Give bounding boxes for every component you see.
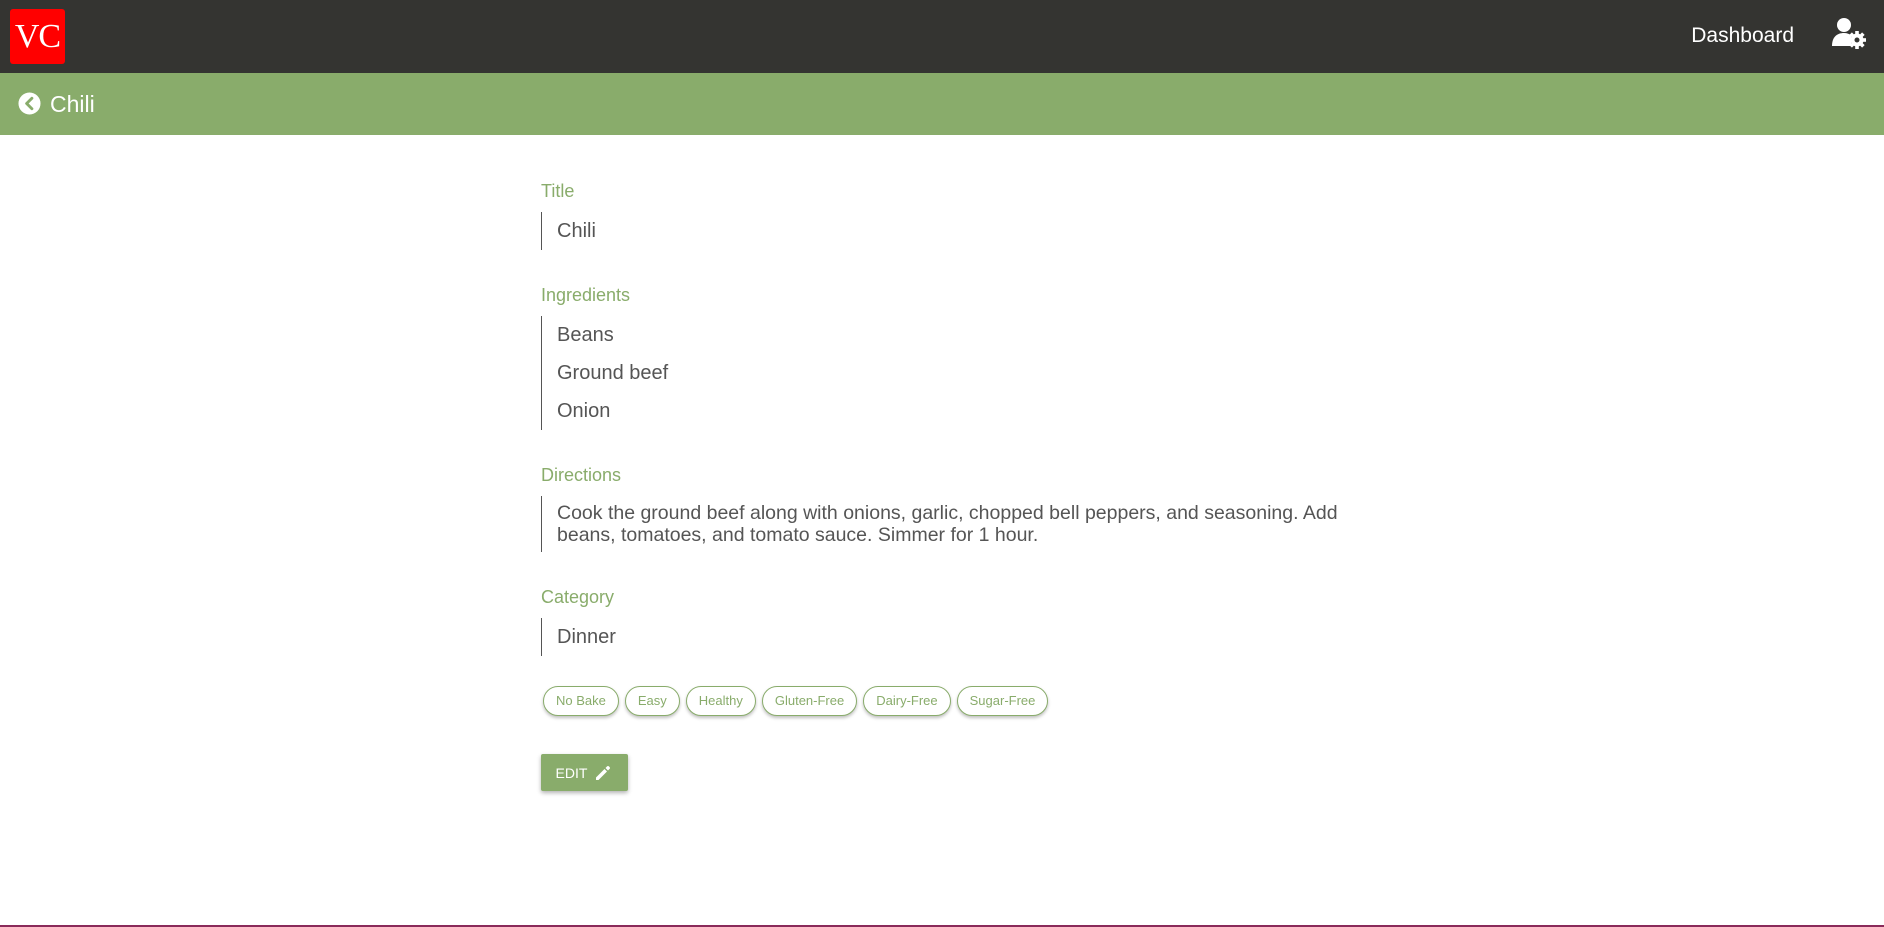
tag-list: No Bake Easy Healthy Gluten-Free Dairy-F…	[541, 686, 1361, 716]
directions-label: Directions	[541, 465, 622, 485]
tag-chip[interactable]: Easy	[624, 686, 680, 716]
tag-chip[interactable]: Sugar-Free	[956, 686, 1049, 716]
nav-dashboard-link[interactable]: Dashboard	[1691, 0, 1794, 73]
title-field: Title Chili	[541, 170, 1361, 250]
recipe-detail: Title Chili Ingredients Beans Ground bee…	[541, 170, 1361, 791]
chevron-left-circle-icon[interactable]	[18, 92, 41, 115]
category-field: Category Dinner	[541, 576, 1361, 656]
directions-text: Cook the ground beef along with onions, …	[541, 496, 1361, 552]
tag-chip[interactable]: Gluten-Free	[761, 686, 858, 716]
ingredients-label: Ingredients	[541, 285, 631, 305]
page-title: Chili	[50, 91, 95, 117]
category-label: Category	[541, 587, 615, 607]
category-value: Dinner	[541, 618, 1361, 656]
ingredients-list: Beans Ground beef Onion	[541, 316, 1361, 430]
edit-button[interactable]: EDIT	[541, 754, 628, 791]
title-value: Chili	[541, 212, 1361, 250]
app-logo[interactable]: VC	[10, 9, 65, 64]
tag-chip[interactable]: Healthy	[685, 686, 756, 716]
page-titlebar: Chili	[0, 73, 1884, 135]
category-text: Dinner	[557, 626, 616, 648]
user-gear-icon[interactable]	[1832, 16, 1866, 50]
title-label: Title	[541, 181, 575, 201]
ingredients-field: Ingredients Beans Ground beef Onion	[541, 274, 1361, 430]
edit-button-label: EDIT	[555, 764, 588, 781]
ingredient-item: Beans	[557, 324, 614, 346]
title-text: Chili	[557, 220, 596, 242]
directions-field: Directions Cook the ground beef along wi…	[541, 454, 1361, 552]
ingredient-item: Ground beef	[557, 362, 669, 384]
tag-chip[interactable]: No Bake	[543, 686, 619, 716]
top-navbar: VC Dashboard	[0, 0, 1884, 73]
ingredient-item: Onion	[557, 400, 611, 422]
pencil-icon	[596, 765, 611, 780]
tag-chip[interactable]: Dairy-Free	[863, 686, 951, 716]
